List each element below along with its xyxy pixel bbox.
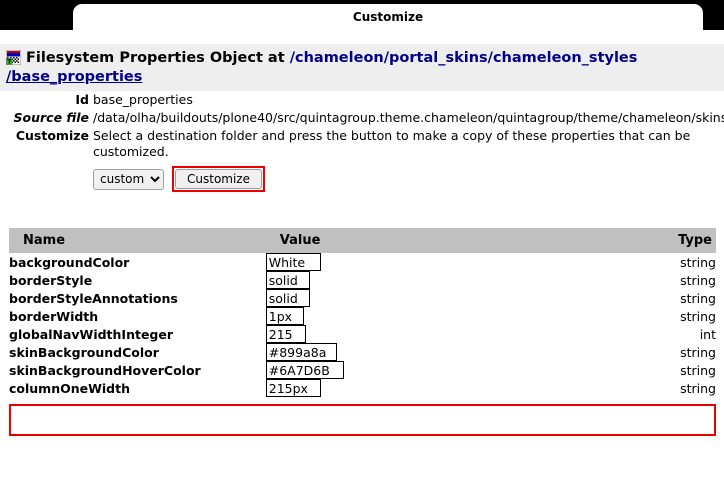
column-header-value: Value: [265, 228, 665, 253]
property-name-cell: skinBackgroundHoverColor: [9, 362, 201, 378]
property-name-cell: borderStyleAnnotations: [9, 290, 178, 306]
property-name-cell: globalNavWidthInteger: [9, 326, 174, 342]
object-header-band: T Filesystem Properties Object at /chame…: [0, 44, 724, 91]
property-name-cell: backgroundColor: [9, 254, 130, 270]
info-label-customize: Customize: [15, 128, 89, 143]
property-type-cell: string: [680, 290, 716, 306]
breadcrumb-chameleon-styles[interactable]: /chameleon_styles: [488, 50, 638, 66]
properties-table: Name Value Type backgroundColorstringbor…: [9, 228, 716, 397]
table-row: backgroundColor string: [9, 253, 716, 271]
property-name-cell: columnOneWidth: [9, 380, 131, 396]
property-value-cell: [265, 379, 664, 397]
property-value-cell: [265, 325, 664, 343]
property-value-input[interactable]: [265, 325, 306, 343]
object-header-prefix: Filesystem Properties Object at: [26, 50, 285, 66]
property-name-cell: skinBackgroundColor: [9, 344, 159, 360]
breadcrumb-chameleon[interactable]: /chameleon: [290, 50, 384, 66]
info-value-source-file: /data/olha/buildouts/plone40/src/quintag…: [93, 110, 724, 125]
table-row: borderWidth string: [9, 307, 716, 325]
customize-button[interactable]: Customize: [175, 169, 262, 189]
property-value-input[interactable]: [265, 253, 321, 271]
table-row: globalNavWidthInteger int: [9, 325, 716, 343]
property-value-input[interactable]: [265, 379, 321, 397]
properties-table-body: backgroundColorstringborderStylestringbo…: [9, 253, 716, 397]
tab-customize[interactable]: Customize: [73, 4, 703, 30]
table-row: skinBackgroundColor string: [9, 343, 716, 361]
object-header-title: T Filesystem Properties Object at /chame…: [0, 49, 724, 68]
object-header-current-path: /base_properties: [0, 68, 724, 87]
property-value-cell: [265, 271, 664, 289]
property-value-cell: [265, 361, 664, 379]
property-type-cell: string: [680, 272, 716, 288]
skin-background-color-row-highlight: [9, 404, 716, 436]
customize-controls: custom Customize: [93, 166, 716, 192]
property-type-cell: string: [680, 254, 716, 270]
property-value-cell: [265, 343, 664, 361]
table-row: borderStyle string: [9, 271, 716, 289]
property-value-cell: [265, 307, 664, 325]
property-name-cell: borderStyle: [9, 272, 93, 288]
property-value-input[interactable]: [265, 343, 337, 361]
property-value-input[interactable]: [265, 271, 310, 289]
column-header-type: Type: [664, 228, 716, 253]
property-value-cell: [265, 289, 664, 307]
info-row-id: Id base_properties: [0, 92, 724, 108]
svg-text:T: T: [7, 58, 12, 65]
destination-folder-select[interactable]: custom: [93, 168, 164, 190]
info-label-source-file: Source file: [13, 110, 90, 125]
table-row: skinBackgroundHoverColor string: [9, 361, 716, 379]
property-value-cell: [265, 253, 664, 271]
table-row: borderStyleAnnotations string: [9, 289, 716, 307]
property-value-input[interactable]: [265, 289, 310, 307]
property-type-cell: string: [680, 344, 716, 360]
properties-table-head: Name Value Type: [9, 228, 716, 253]
property-name-cell: borderWidth: [9, 308, 99, 324]
property-type-cell: int: [699, 326, 716, 342]
object-info-panel: Id base_properties Source file /data/olh…: [0, 92, 724, 194]
info-label-id: Id: [75, 92, 89, 107]
info-value-id: base_properties: [93, 92, 193, 107]
info-customize-description: Select a destination folder and press th…: [93, 128, 691, 159]
filesystem-properties-object-icon: T: [5, 49, 22, 66]
breadcrumb-base-properties[interactable]: /base_properties: [6, 69, 142, 85]
tab-customize-label: Customize: [352, 10, 424, 24]
property-type-cell: string: [680, 362, 716, 378]
column-header-name: Name: [9, 228, 266, 253]
properties-header-row: Name Value Type: [9, 228, 716, 253]
property-type-cell: string: [680, 380, 716, 396]
property-type-cell: string: [680, 308, 716, 324]
property-value-input[interactable]: [265, 361, 344, 379]
breadcrumb-portal-skins[interactable]: /portal_skins: [384, 50, 488, 66]
table-row: columnOneWidth string: [9, 379, 716, 397]
customize-button-highlight: Customize: [172, 166, 265, 192]
info-row-source-file: Source file /data/olha/buildouts/plone40…: [0, 110, 724, 126]
info-row-customize: Customize Select a destination folder an…: [0, 128, 724, 192]
info-customize-body: Select a destination folder and press th…: [93, 128, 724, 192]
tab-bar: Customize: [0, 0, 724, 30]
property-value-input[interactable]: [265, 307, 304, 325]
